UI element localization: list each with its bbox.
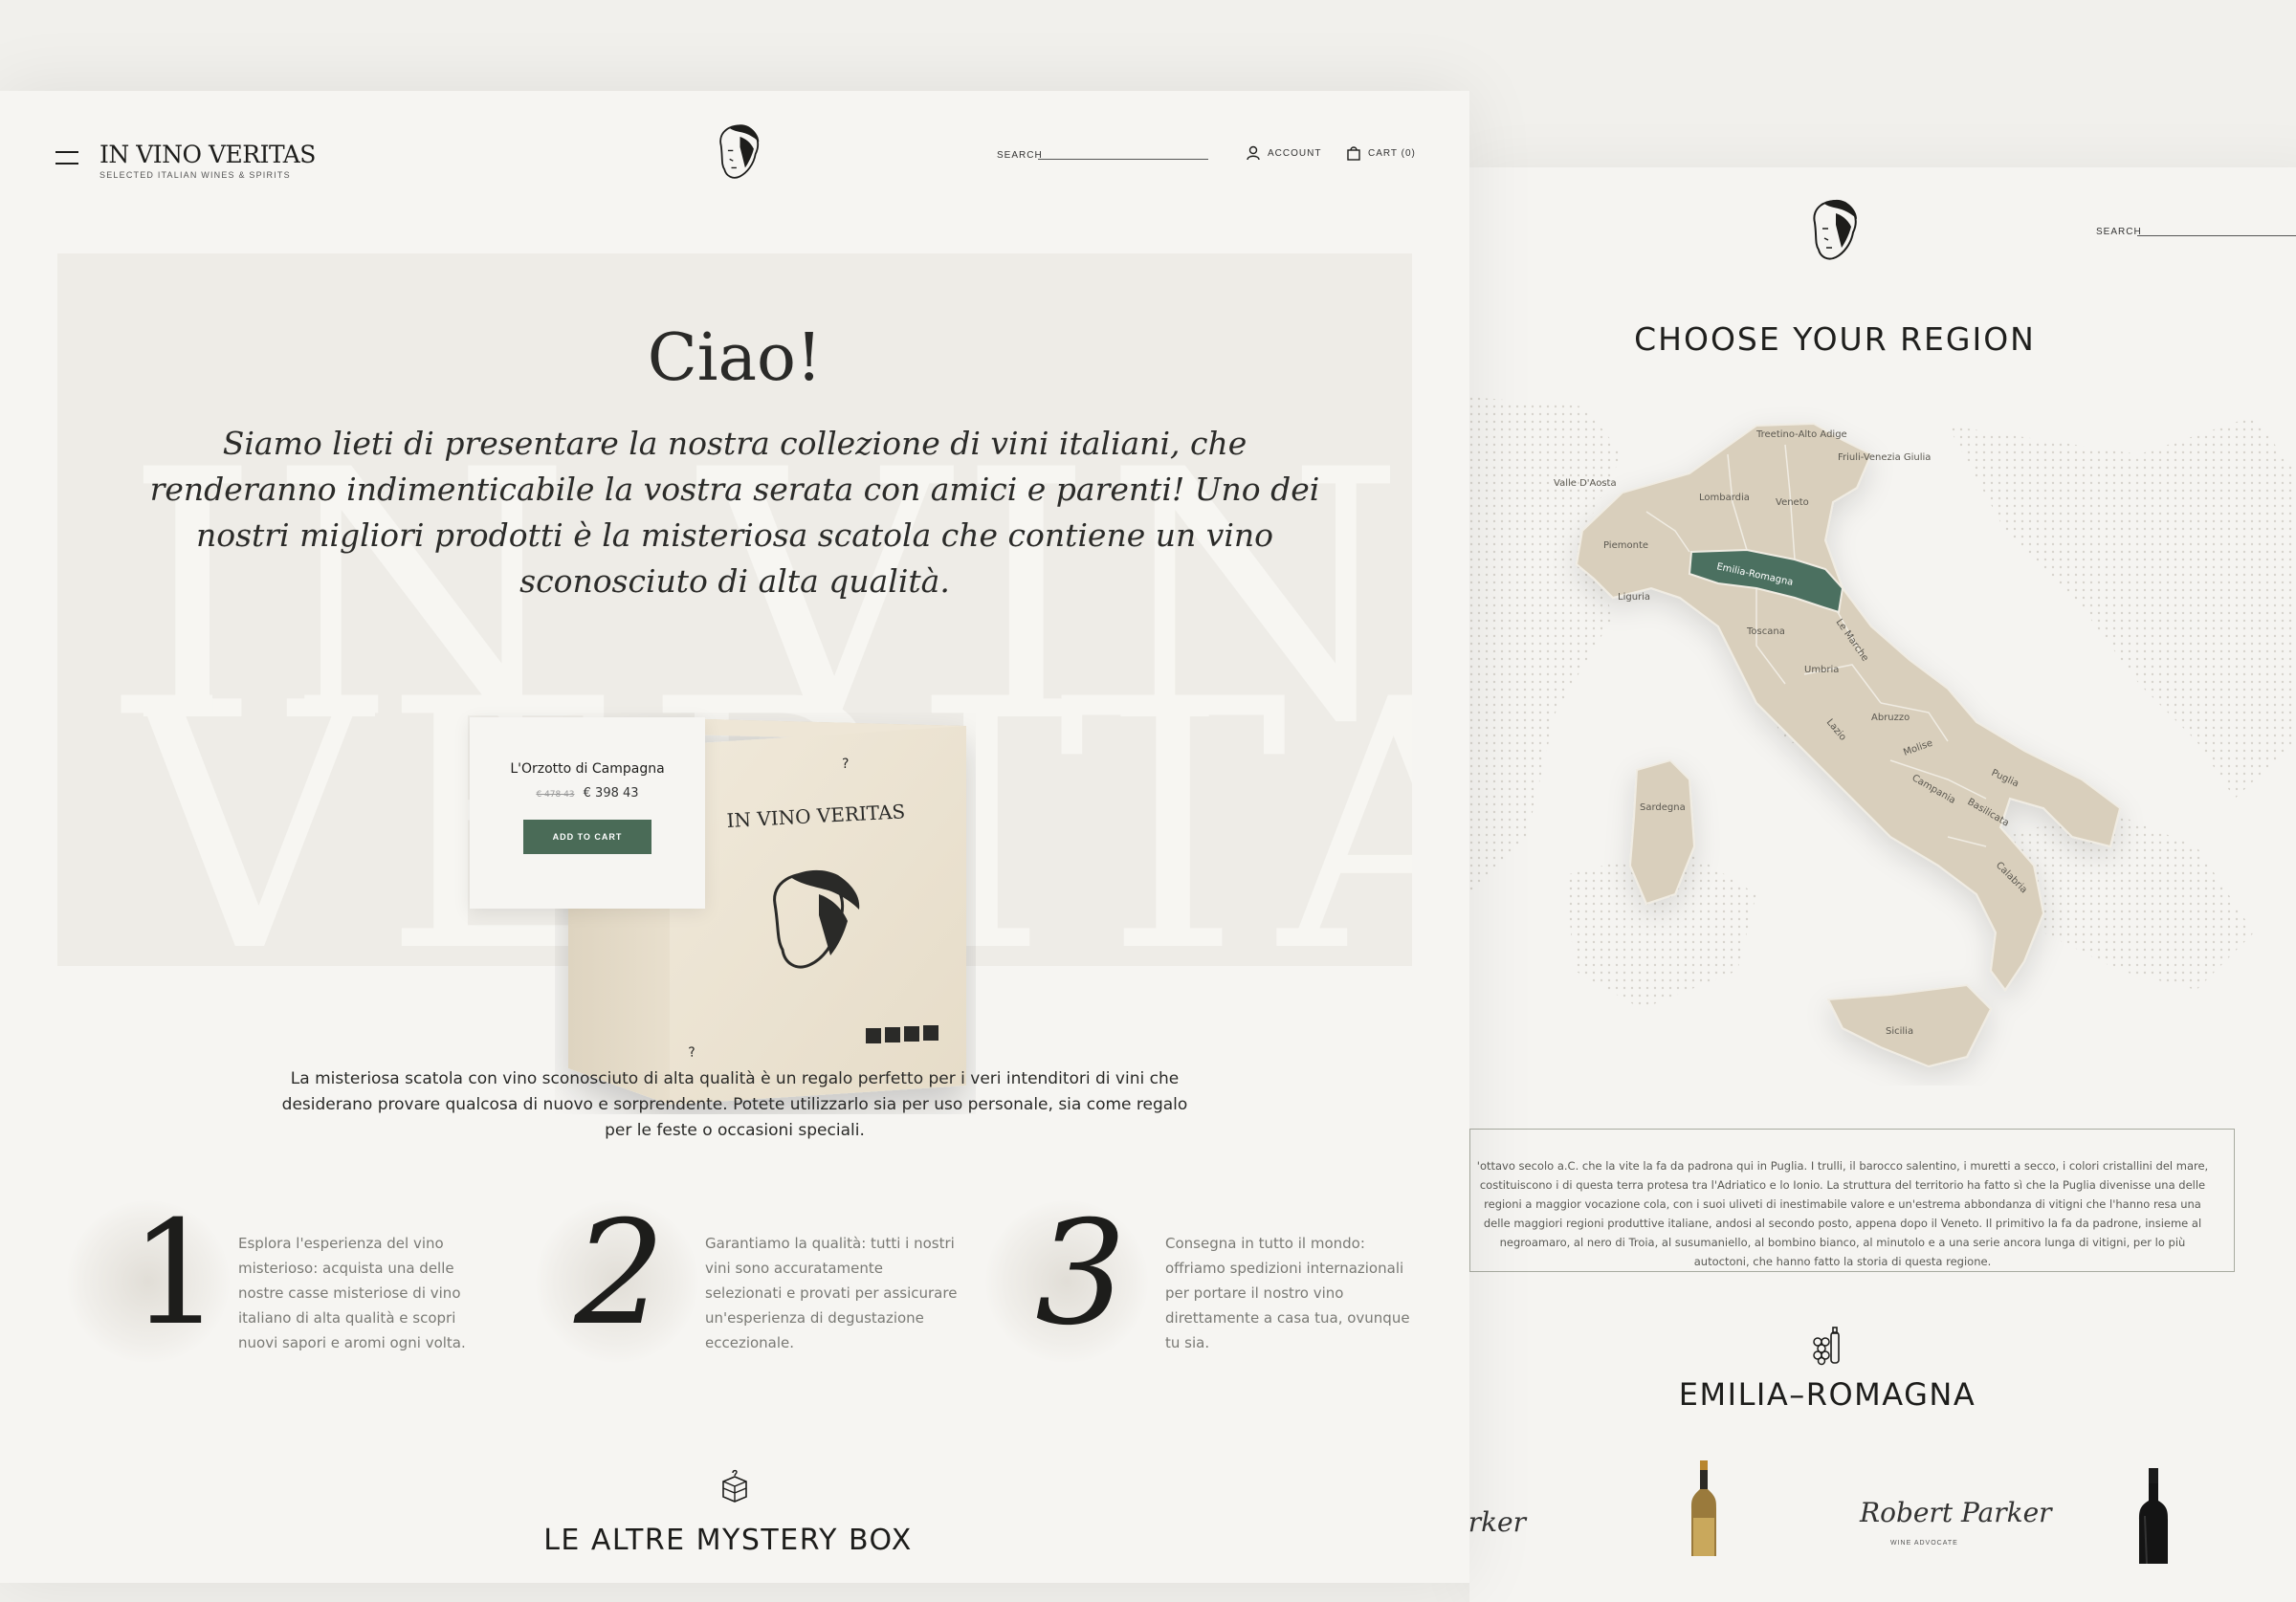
step-3-text: Consegna in tutto il mondo: offriamo spe… (1165, 1235, 1410, 1351)
product-card: L'Orzotto di Campagna € 478 43 € 398 43 … (470, 717, 705, 909)
bust-logo-icon[interactable] (1798, 194, 1865, 271)
wine-bottle-white[interactable] (1689, 1460, 1718, 1556)
cart-label: CART (0) (1368, 147, 1416, 159)
step-1-text: Esplora l'esperienza del vino misterioso… (238, 1235, 466, 1351)
region-page: SEARCH CHOOSE YOUR REGION Treetino-Alto … (1452, 167, 2296, 1602)
shopping-bag-icon (1347, 146, 1360, 161)
label-sicilia: Sicilia (1886, 1026, 1913, 1037)
label-liguria: Liguria (1618, 592, 1650, 603)
hero-text: Siamo lieti di presentare la nostra coll… (149, 425, 1320, 600)
search-label: SEARCH (997, 150, 1043, 161)
label-piemonte: Piemonte (1603, 540, 1648, 551)
region-name: EMILIA–ROMAGNA (1678, 1376, 1976, 1413)
italy-map[interactable]: Treetino-Alto Adige Friuli-Venezia Giuli… (1469, 397, 2296, 1086)
step-1-number: 1 (130, 1191, 222, 1357)
cart-link[interactable]: CART (0) (1347, 145, 1416, 161)
brand-name[interactable]: IN VINO VERITAS (99, 141, 316, 168)
label-lombardia: Lombardia (1699, 493, 1750, 503)
hero-title: Ciao! (647, 320, 823, 396)
label-friuli: Friuli-Venezia Giulia (1838, 452, 1931, 463)
gift-box-icon (722, 1469, 747, 1503)
brand-tagline: SELECTED ITALIAN WINES & SPIRITS (99, 170, 291, 180)
product-prices: € 478 43 € 398 43 (470, 786, 705, 801)
account-link[interactable]: ACCOUNT (1247, 145, 1321, 161)
grape-bottle-icon (1813, 1327, 1840, 1366)
old-price: € 478 43 (536, 790, 575, 800)
menu-icon[interactable] (55, 151, 78, 166)
other-boxes-title: LE ALTRE MYSTERY BOX (543, 1524, 913, 1557)
product-name[interactable]: L'Orzotto di Campagna (470, 761, 705, 777)
signature-caption: WINE ADVOCATE (1890, 1540, 1958, 1547)
add-to-cart-button[interactable]: ADD TO CART (523, 820, 651, 854)
wine-bottle-red[interactable] (2137, 1468, 2170, 1564)
search-label: SEARCH (2096, 227, 2142, 237)
search-input[interactable] (2137, 235, 2296, 236)
label-sardegna: Sardegna (1640, 802, 1686, 813)
label-toscana: Toscana (1746, 626, 1785, 637)
label-trentino: Treetino-Alto Adige (1755, 429, 1847, 440)
bust-logo-icon[interactable] (701, 120, 770, 188)
user-icon (1247, 145, 1260, 161)
box-arrow-mark: ? (688, 1044, 696, 1061)
signature: Robert Parker (1860, 1497, 2052, 1528)
box-description: La misteriosa scatola con vino sconosciu… (281, 1069, 1188, 1140)
label-abruzzo: Abruzzo (1871, 713, 1910, 723)
step-2-text: Garantiamo la qualità: tutti i nostri vi… (705, 1235, 958, 1351)
region-description: 'ottavo secolo a.C. che la vite la fa da… (1469, 1129, 2235, 1272)
region-title: CHOOSE YOUR REGION (1634, 320, 2036, 358)
label-veneto: Veneto (1776, 497, 1809, 508)
search-input[interactable] (1038, 159, 1208, 160)
step-3-number: 3 (1035, 1191, 1127, 1357)
box-arrow-mark: ? (842, 757, 849, 772)
label-valle-daosta: Valle D'Aosta (1554, 478, 1617, 489)
label-umbria: Umbria (1804, 665, 1839, 675)
step-2-number: 2 (574, 1191, 666, 1357)
current-price: € 398 43 (583, 786, 639, 801)
account-label: ACCOUNT (1268, 147, 1322, 159)
product-page: IN VINO VERITAS SELECTED ITALIAN WINES &… (0, 91, 1469, 1583)
